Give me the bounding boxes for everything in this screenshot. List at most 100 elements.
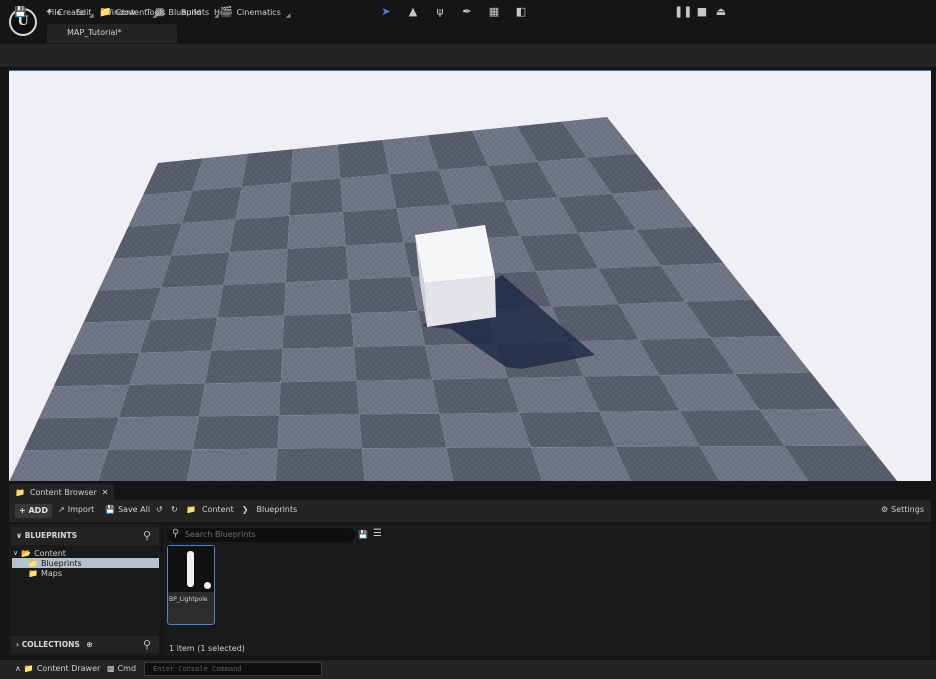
floor-tile-texture bbox=[337, 140, 390, 179]
floor-tile-texture bbox=[199, 382, 281, 417]
eject-icon[interactable]: ⏏ bbox=[713, 4, 729, 20]
folder-icon: 📁 bbox=[186, 505, 196, 514]
terminal-icon: ▩ bbox=[107, 664, 115, 673]
cmd-label: Cmd bbox=[117, 664, 137, 673]
floor-tile-texture bbox=[98, 449, 193, 481]
create-icon: ✦ bbox=[45, 6, 54, 18]
save-icon[interactable]: 💾 bbox=[14, 4, 26, 20]
folder-icon: 📁 bbox=[28, 568, 38, 578]
floor-tile-texture bbox=[113, 223, 182, 259]
floor-tile-texture bbox=[275, 448, 365, 481]
landscape-mode-icon[interactable]: ▲ bbox=[405, 4, 421, 20]
search-input[interactable]: Search Blueprints bbox=[167, 528, 355, 542]
cinematics-button[interactable]: 🎬 Cinematics ◢ bbox=[220, 4, 291, 20]
history-forward-icon[interactable]: ↻ bbox=[171, 505, 178, 514]
floor-tile-texture bbox=[229, 215, 290, 253]
chevron-down-icon: ∨ bbox=[13, 549, 19, 557]
select-mode-icon[interactable]: ➤ bbox=[378, 4, 394, 20]
tree-item-content[interactable]: ∨ 📂 Content bbox=[13, 548, 66, 558]
gear-icon: ⚙ bbox=[881, 505, 889, 514]
asset-view bbox=[163, 524, 931, 656]
floor-tile-texture bbox=[507, 376, 600, 413]
floor-tile-texture bbox=[129, 350, 212, 385]
save-all-button[interactable]: 💾 Save All bbox=[105, 505, 150, 514]
close-icon[interactable]: ✕ bbox=[102, 488, 109, 497]
history-back-icon[interactable]: ↺ bbox=[156, 505, 163, 514]
floor-tile-texture bbox=[446, 447, 543, 481]
save-search-icon[interactable]: 💾 bbox=[358, 530, 368, 539]
floor-tile-texture bbox=[287, 212, 346, 249]
folder-icon: 📁 bbox=[99, 6, 112, 18]
content-drawer-label: Content Drawer bbox=[36, 664, 101, 673]
floor-tile-texture bbox=[38, 384, 130, 419]
save-icon: 💾 bbox=[105, 505, 115, 514]
pause-icon[interactable]: ❚❚ bbox=[674, 4, 692, 20]
cube-top bbox=[415, 225, 495, 283]
floor-tile-texture bbox=[205, 348, 283, 384]
paint-mode-icon[interactable]: ✒ bbox=[459, 4, 475, 20]
tree-item-maps[interactable]: 📁 Maps bbox=[28, 568, 62, 578]
floor-tile-texture bbox=[277, 414, 362, 449]
collections-header-label: COLLECTIONS bbox=[21, 640, 80, 649]
console-input[interactable]: Enter Console Command bbox=[144, 662, 322, 676]
floor-tile-texture bbox=[519, 411, 616, 448]
asset-dot bbox=[204, 582, 211, 589]
floor-tile-texture bbox=[289, 178, 343, 216]
content-browser-tab-label: Content Browser bbox=[29, 487, 97, 497]
cmd-button[interactable]: ▩ Cmd bbox=[107, 664, 136, 673]
floor-tile-texture bbox=[280, 347, 357, 383]
floor-tile-texture bbox=[118, 383, 206, 418]
floor-tile-texture bbox=[351, 311, 426, 347]
floor-tile-texture bbox=[361, 447, 454, 481]
collections-header[interactable]: › COLLECTIONS ⊕ bbox=[11, 636, 159, 653]
settings-button[interactable]: ⚙ Settings bbox=[881, 505, 924, 514]
chevron-down-icon: ◢ bbox=[88, 11, 94, 19]
tree-item-blueprints[interactable]: 📁 Blueprints bbox=[28, 558, 82, 568]
breadcrumb-content[interactable]: Content bbox=[202, 505, 234, 514]
status-text: 1 item (1 selected) bbox=[169, 644, 245, 653]
blueprints-header[interactable]: ∨ BLUEPRINTS bbox=[11, 527, 159, 545]
create-button[interactable]: ✦ Create ◢ bbox=[45, 4, 94, 20]
content-label: Content bbox=[115, 7, 148, 17]
tree-item-label: Content bbox=[34, 548, 66, 558]
foliage-mode-icon[interactable]: ψ bbox=[432, 4, 448, 20]
content-browser-tab[interactable]: 📁 Content Browser ✕ bbox=[9, 484, 115, 500]
floor-tile-texture bbox=[340, 174, 397, 213]
map-tab[interactable]: MAP_Tutorial* bbox=[47, 24, 177, 43]
search-icon[interactable]: ⚲ bbox=[143, 638, 151, 651]
blueprint-icon: ▩ bbox=[155, 6, 165, 18]
blueprints-header-label: BLUEPRINTS bbox=[24, 531, 78, 540]
modeling-mode-icon[interactable]: ◧ bbox=[513, 4, 529, 20]
add-collection-icon[interactable]: ⊕ bbox=[86, 640, 92, 649]
viewport-scene[interactable] bbox=[9, 71, 931, 481]
add-button[interactable]: + ADD bbox=[15, 504, 52, 518]
chevron-up-icon: ∧ bbox=[15, 664, 21, 673]
import-label: Import bbox=[67, 505, 95, 514]
floor-tile-texture bbox=[432, 378, 520, 414]
level-viewport[interactable] bbox=[9, 70, 931, 481]
blueprints-button[interactable]: ▩ Blueprints ◢ bbox=[155, 4, 219, 20]
floor-tile-texture bbox=[439, 412, 531, 448]
cinematics-label: Cinematics bbox=[236, 7, 281, 17]
content-drawer-button[interactable]: ∧ 📁 Content Drawer bbox=[15, 664, 100, 673]
chevron-down-icon: ◢ bbox=[285, 11, 291, 19]
content-button[interactable]: 📁 Content ◢ bbox=[99, 4, 157, 20]
stop-icon[interactable]: ■ bbox=[694, 4, 710, 20]
tree-item-label: Blueprints bbox=[40, 558, 82, 568]
search-icon[interactable]: ⚲ bbox=[143, 529, 151, 542]
floor-tile-texture bbox=[235, 182, 291, 220]
filter-icon[interactable]: ☰ bbox=[373, 528, 382, 539]
breadcrumb-blueprints[interactable]: Blueprints bbox=[257, 505, 298, 514]
create-label: Create bbox=[57, 7, 84, 17]
fracture-mode-icon[interactable]: ▦ bbox=[486, 4, 502, 20]
search-icon: ⚲ bbox=[172, 528, 180, 539]
import-button[interactable]: ↗ Import bbox=[58, 505, 94, 514]
tree-item-label: Maps bbox=[40, 568, 63, 578]
settings-label: Settings bbox=[891, 505, 924, 514]
floor-tile-texture bbox=[186, 448, 278, 481]
floor-tile-texture bbox=[217, 282, 286, 318]
chevron-down-icon: ◢ bbox=[214, 11, 219, 19]
floor-tile-texture bbox=[23, 417, 119, 451]
asset-thumbnail bbox=[168, 546, 214, 592]
floor-tile-texture bbox=[98, 255, 172, 291]
